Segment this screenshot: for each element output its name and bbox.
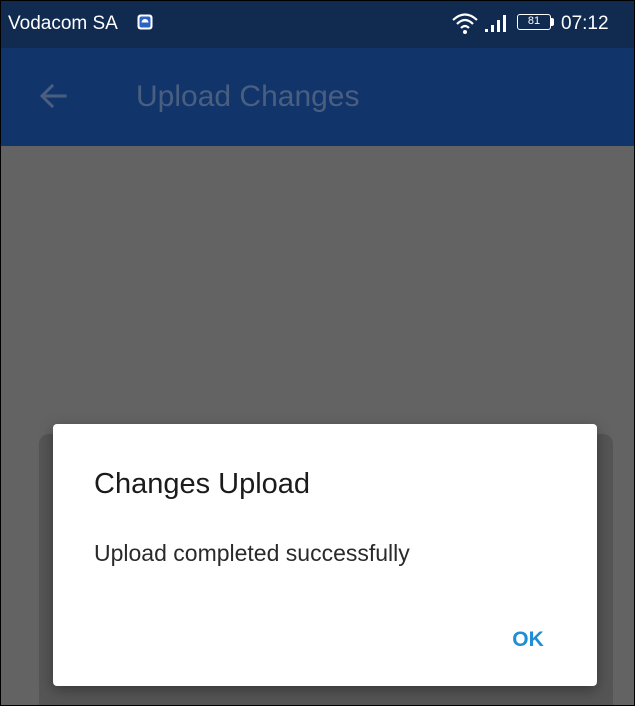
screen: Vodacom SA 81 07:12 Upload Changes Chang…: [0, 0, 635, 706]
wifi-icon: [452, 13, 478, 34]
dialog-title: Changes Upload: [94, 468, 311, 500]
signal-icon: [485, 15, 506, 32]
battery-icon: 81: [517, 14, 557, 32]
app-bar: Upload Changes: [1, 48, 634, 146]
arrow-back-icon[interactable]: [31, 74, 75, 118]
status-bar: Vodacom SA 81 07:12: [1, 1, 634, 48]
page-title: Upload Changes: [136, 80, 360, 113]
status-time: 07:12: [561, 13, 609, 34]
carrier-app-icon: [137, 14, 153, 30]
carrier-name: Vodacom SA: [8, 13, 118, 34]
dialog-message: Upload completed successfully: [94, 540, 410, 566]
ok-button[interactable]: OK: [493, 620, 563, 660]
upload-dialog: Changes Upload Upload completed successf…: [53, 424, 597, 686]
battery-tip: [551, 18, 554, 26]
battery-level: 81: [517, 14, 551, 30]
